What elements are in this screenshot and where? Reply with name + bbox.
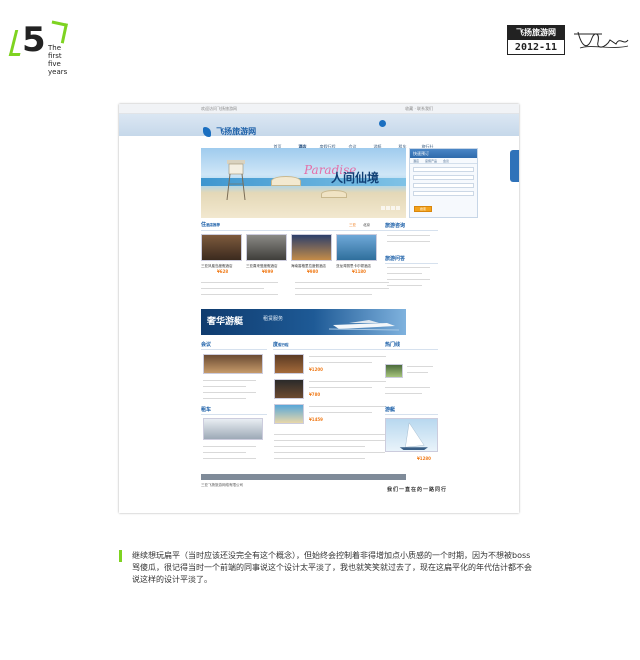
five-years-logo: 5 The first five years [8, 20, 72, 76]
qa-list [387, 267, 437, 291]
logo-sub-line1: The first [48, 44, 62, 60]
service-list [387, 235, 437, 247]
footer-slogan: 我们一直在的一路同行 [387, 487, 448, 493]
yacht-section-divider [385, 414, 438, 415]
booking-tabs: 酒店 度假产品 会议 [410, 158, 477, 164]
logo-digit: 5 [22, 20, 46, 60]
meeting-section-divider [201, 349, 267, 350]
sailboat-image[interactable] [385, 418, 438, 452]
hot-line-desc [407, 366, 437, 378]
holiday-price-2: ¥780 [309, 392, 321, 397]
yacht-section-title: 游艇 [385, 407, 396, 413]
top-utility-bar: 欢迎访问飞扬旅游网 收藏 · 联系我们 [119, 104, 519, 114]
hotel-image-1[interactable] [201, 234, 242, 261]
hotel-image-4[interactable] [336, 234, 377, 261]
portfolio-page: 5 The first five years 飞扬旅游网 2012-11 欢迎访… [0, 0, 640, 660]
project-date: 2012-11 [514, 42, 558, 53]
holiday-section-title: 度假行程 [273, 341, 289, 348]
yacht-banner[interactable]: 奢华游艇 租赁服务 [201, 309, 406, 335]
qa-section-divider [385, 263, 438, 264]
hotel-section-sub: 酒店推荐 [206, 223, 221, 227]
quick-booking-panel: 快速预订 酒店 度假产品 会议 搜索 [409, 148, 478, 218]
hotline [379, 120, 388, 127]
website-screenshot: 欢迎访问飞扬旅游网 收藏 · 联系我们 飞扬旅游网 首页 酒店 度假行程 会议 游艇 租车… [119, 104, 519, 513]
booking-tab-hotel[interactable]: 酒店 [413, 159, 419, 163]
project-badge: 飞扬旅游网 2012-11 [507, 25, 565, 55]
logo-subtitle: The first five years [48, 44, 72, 76]
booking-tab-meeting[interactable]: 会议 [443, 159, 449, 163]
hotel-price-2: ¥899 [262, 269, 274, 274]
yacht-price: ¥1280 [417, 456, 431, 461]
logo-sub-line2: five years [48, 60, 68, 76]
booking-city-field[interactable] [413, 167, 474, 172]
banner-pager[interactable] [380, 195, 400, 214]
hotel-price-3: ¥980 [307, 269, 319, 274]
car-list [203, 446, 265, 464]
hotel-news-list-left [201, 282, 291, 300]
holiday-image-2[interactable] [274, 379, 304, 399]
hero-banner[interactable]: Paradise 人间仙境 [201, 148, 406, 218]
car-section-divider [201, 414, 267, 415]
holiday-image-3[interactable] [274, 404, 304, 424]
hot-line-section-title: 热门线 [385, 342, 401, 348]
hotel-price-4: ¥1180 [352, 269, 366, 274]
footer-company: 三亚飞扬旅游网络有限公司 [201, 483, 243, 487]
site-logo[interactable]: 飞扬旅游网 [203, 121, 263, 137]
top-links: 收藏 · 联系我们 [405, 106, 433, 111]
signature [574, 31, 629, 49]
hot-line-divider [385, 349, 438, 350]
holiday-section-sub: 假行程 [278, 343, 289, 347]
meeting-image[interactable] [203, 354, 263, 374]
booking-search-button[interactable]: 搜索 [414, 206, 432, 212]
booking-checkout-field[interactable] [413, 183, 474, 188]
top-welcome: 欢迎访问飞扬旅游网 [201, 106, 237, 111]
booking-title: 快速预订 [410, 149, 477, 158]
site-logo-text: 飞扬旅游网 [216, 127, 257, 136]
yacht-banner-title: 奢华游艇 [207, 317, 244, 327]
lifeguard-tower-image [226, 160, 246, 201]
service-section-title: 旅游咨询 [385, 223, 406, 229]
hotel-section-divider [201, 230, 406, 231]
caption-marker [119, 550, 122, 562]
plane-icon [203, 126, 211, 137]
phone-icon [379, 120, 386, 127]
hotel-tab-sanya[interactable]: 三亚 [349, 223, 356, 228]
holiday-image-1[interactable] [274, 354, 304, 374]
umbrella-image [271, 176, 301, 186]
car-section-title: 租车 [201, 407, 212, 413]
banner-title: 人间仙境 [331, 171, 380, 185]
holiday-price-3: ¥1459 [309, 417, 323, 422]
footer-link-bar [201, 474, 406, 480]
booking-checkin-field[interactable] [413, 175, 474, 180]
service-section-divider [385, 230, 438, 231]
hotel-price-1: ¥628 [217, 269, 229, 274]
yacht-banner-sub: 租赁服务 [263, 316, 284, 322]
meeting-section-title: 会议 [201, 342, 212, 348]
hot-line-list [385, 387, 438, 399]
hotel-image-2[interactable] [246, 234, 287, 261]
yacht-image [329, 320, 399, 331]
logo-stroke-right [48, 20, 68, 44]
holiday-price-1: ¥1200 [309, 367, 323, 372]
qa-section-title: 旅游问答 [385, 256, 406, 262]
car-image[interactable] [203, 418, 263, 440]
project-title: 飞扬旅游网 [508, 26, 564, 40]
booking-keyword-field[interactable] [413, 191, 474, 196]
booking-tab-holiday[interactable]: 度假产品 [425, 159, 437, 163]
hotel-tab-beijing[interactable]: 北京 [363, 223, 370, 228]
online-service-tab[interactable] [510, 150, 519, 182]
umbrella-image [321, 190, 347, 198]
hot-line-image[interactable] [385, 364, 403, 378]
meeting-list [203, 380, 265, 404]
hotel-image-3[interactable] [291, 234, 332, 261]
hotel-section-title: 住酒店推荐 [201, 221, 220, 228]
design-caption: 继续想玩扁平（当时应该还没完全有这个概念），但始终会控制着非得增加点小质感的一个… [132, 551, 532, 584]
